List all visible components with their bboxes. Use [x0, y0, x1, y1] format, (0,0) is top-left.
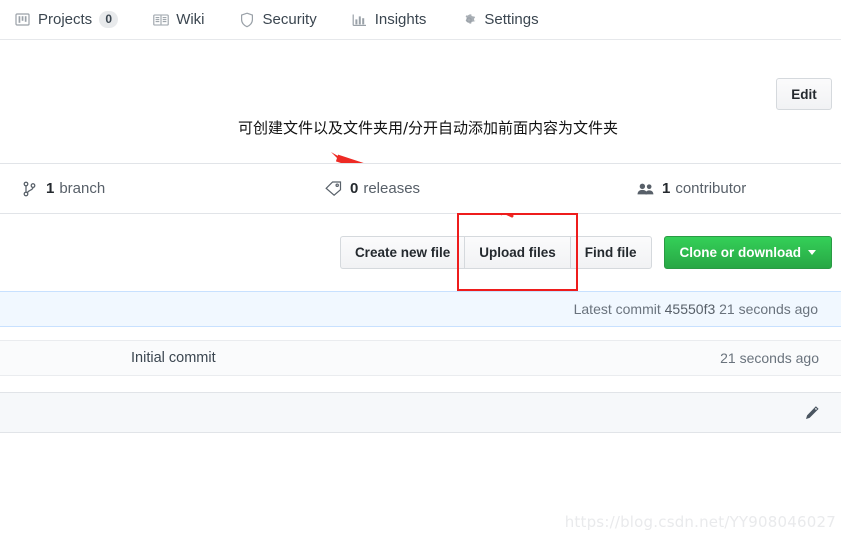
releases-count: 0: [350, 180, 359, 197]
gear-icon: [460, 11, 477, 28]
nav-item-projects[interactable]: Projects 0: [14, 11, 119, 28]
upload-files-button[interactable]: Upload files: [464, 235, 570, 269]
shield-icon: [239, 11, 256, 28]
projects-count-badge: 0: [99, 11, 119, 28]
commit-row: Initial commit 21 seconds ago: [0, 340, 841, 376]
latest-commit-sha[interactable]: 45550f3: [665, 301, 716, 317]
nav-item-label: Projects: [38, 11, 93, 28]
tag-icon: [325, 180, 342, 197]
branches-stat[interactable]: 1 branch: [21, 180, 105, 197]
repo-action-bar: Create new file Upload files Find file C…: [0, 226, 841, 278]
nav-item-wiki[interactable]: Wiki: [152, 11, 205, 28]
book-icon: [152, 11, 169, 28]
pencil-icon[interactable]: [801, 402, 823, 424]
nav-item-label: Settings: [484, 11, 539, 28]
git-branch-icon: [21, 180, 38, 197]
releases-stat[interactable]: 0 releases: [325, 180, 420, 197]
commit-relative-time: 21 seconds ago: [720, 350, 819, 366]
find-file-button[interactable]: Find file: [569, 235, 652, 269]
branches-count: 1: [46, 180, 55, 197]
graph-icon: [351, 11, 368, 28]
nav-item-insights[interactable]: Insights: [351, 11, 427, 28]
readme-panel-header: [0, 392, 841, 433]
create-new-file-button[interactable]: Create new file: [339, 235, 465, 269]
clone-or-download-label: Clone or download: [679, 244, 802, 260]
contributors-count: 1: [662, 180, 671, 197]
watermark: https://blog.csdn.net/YY908046027: [564, 513, 836, 531]
repo-nav: Projects 0 Wiki Security Insights Settin…: [0, 0, 841, 40]
branches-label: branch: [59, 180, 106, 197]
nav-item-settings[interactable]: Settings: [460, 11, 539, 28]
contributors-stat[interactable]: 1 contributor: [637, 180, 746, 197]
latest-commit-bar: Latest commit 45550f3 21 seconds ago: [0, 291, 841, 327]
repo-stats-bar: 1 branch 0 releases 1 contributor: [0, 163, 841, 214]
project-board-icon: [14, 11, 31, 28]
edit-button[interactable]: Edit: [776, 78, 832, 110]
annotation-text: 可创建文件以及文件夹用/分开自动添加前面内容为文件夹: [238, 119, 619, 137]
chevron-down-icon: [808, 249, 816, 255]
people-icon: [637, 180, 654, 197]
edit-button-row: Edit: [776, 78, 832, 110]
nav-item-label: Security: [262, 11, 317, 28]
nav-item-security[interactable]: Security: [239, 11, 317, 28]
nav-item-label: Insights: [374, 11, 427, 28]
contributors-label: contributor: [675, 180, 747, 197]
latest-commit-prefix: Latest commit: [573, 301, 661, 317]
commit-message[interactable]: Initial commit: [131, 350, 216, 366]
file-action-button-group: Create new file Upload files Find file: [339, 235, 652, 269]
latest-commit-time: 21 seconds ago: [719, 301, 818, 317]
releases-label: releases: [363, 180, 421, 197]
nav-item-label: Wiki: [176, 11, 205, 28]
clone-or-download-button[interactable]: Clone or download: [663, 235, 832, 269]
